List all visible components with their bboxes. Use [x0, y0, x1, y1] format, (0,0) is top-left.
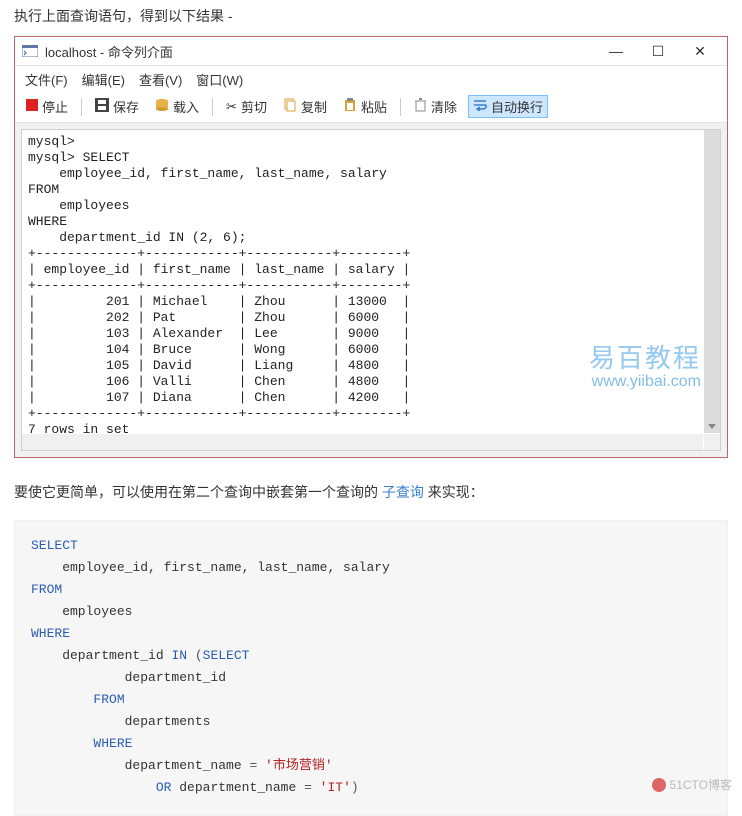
cut-icon: ✂ [226, 99, 237, 115]
minimize-button[interactable]: — [595, 43, 637, 59]
resize-grip[interactable] [704, 434, 720, 450]
save-button[interactable]: 保存 [90, 95, 144, 118]
save-label: 保存 [113, 97, 139, 116]
kw-from: FROM [31, 582, 62, 597]
subquery-link[interactable]: 子查询 [382, 484, 424, 500]
kw-select: SELECT [31, 538, 78, 553]
menu-window[interactable]: 窗口(W) [196, 70, 243, 89]
copy-icon [283, 98, 297, 115]
para2-after: 来实现： [424, 484, 484, 500]
menu-view[interactable]: 查看(V) [139, 70, 182, 89]
sub-cond2-col: department_name [171, 780, 304, 795]
titlebar: localhost - 命令列介面 — ☐ ✕ [15, 37, 727, 66]
sub-col: department_id [31, 670, 226, 685]
stop-label: 停止 [42, 97, 68, 116]
str-marketing: '市场营销' [257, 758, 332, 773]
terminal-icon [21, 44, 39, 58]
load-label: 载入 [173, 97, 199, 116]
stop-button[interactable]: 停止 [21, 95, 73, 118]
sql-code-block: SELECT employee_id, first_name, last_nam… [14, 520, 728, 816]
vertical-scrollbar[interactable] [704, 130, 720, 433]
kw-select2: SELECT [203, 648, 258, 663]
kw-where: WHERE [31, 626, 70, 641]
horizontal-scrollbar[interactable] [22, 434, 703, 450]
cut-button[interactable]: ✂ 剪切 [221, 95, 272, 118]
clear-icon [414, 98, 427, 115]
copy-label: 复制 [301, 97, 327, 116]
clear-label: 清除 [431, 97, 457, 116]
menu-edit[interactable]: 编辑(E) [82, 70, 125, 89]
paren-open: ( [187, 648, 203, 663]
load-icon [155, 98, 169, 115]
close-button[interactable]: ✕ [679, 43, 721, 60]
kw-from2: FROM [31, 692, 125, 707]
kw-where2: WHERE [31, 736, 132, 751]
para2-before: 要使它更简单，可以使用在第二个查询中嵌套第一个查询的 [14, 484, 382, 500]
toolbar: 停止 保存 载入 ✂ 剪切 复制 粘贴 清除 自动 [15, 93, 727, 123]
console-output[interactable]: mysql> mysql> SELECT employee_id, first_… [21, 129, 721, 451]
sub-cond1-col: department_name [31, 758, 249, 773]
str-it: 'IT' [312, 780, 351, 795]
intro-text: 执行上面查询语句，得到以下结果 - [0, 0, 742, 36]
toolbar-separator [212, 98, 213, 116]
load-button[interactable]: 载入 [150, 95, 204, 118]
menubar: 文件(F) 编辑(E) 查看(V) 窗口(W) [15, 66, 727, 93]
console-container: mysql> mysql> SELECT employee_id, first_… [15, 123, 727, 457]
explanation-text: 要使它更简单，可以使用在第二个查询中嵌套第一个查询的 子查询 来实现： [0, 476, 742, 508]
menu-file[interactable]: 文件(F) [25, 70, 68, 89]
sql-cols: employee_id, first_name, last_name, sala… [31, 560, 390, 575]
sql-table: employees [31, 604, 132, 619]
paren-close: ) [351, 780, 359, 795]
kw-in: IN [171, 648, 187, 663]
save-icon [95, 98, 109, 115]
app-window: localhost - 命令列介面 — ☐ ✕ 文件(F) 编辑(E) 查看(V… [14, 36, 728, 458]
wrap-label: 自动换行 [491, 97, 543, 116]
kw-or: OR [31, 780, 171, 795]
maximize-button[interactable]: ☐ [637, 43, 679, 60]
wrap-button[interactable]: 自动换行 [468, 95, 548, 118]
eq2: = [304, 780, 312, 795]
paste-icon [343, 98, 357, 115]
cut-label: 剪切 [241, 97, 267, 116]
wrap-icon [473, 99, 487, 114]
paste-button[interactable]: 粘贴 [338, 95, 392, 118]
stop-icon [26, 99, 38, 114]
copy-button[interactable]: 复制 [278, 95, 332, 118]
clear-button[interactable]: 清除 [409, 95, 462, 118]
sql-where-col: department_id [31, 648, 171, 663]
toolbar-separator [81, 98, 82, 116]
sub-table: departments [31, 714, 210, 729]
window-title: localhost - 命令列介面 [45, 42, 595, 61]
paste-label: 粘贴 [361, 97, 387, 116]
toolbar-separator [400, 98, 401, 116]
